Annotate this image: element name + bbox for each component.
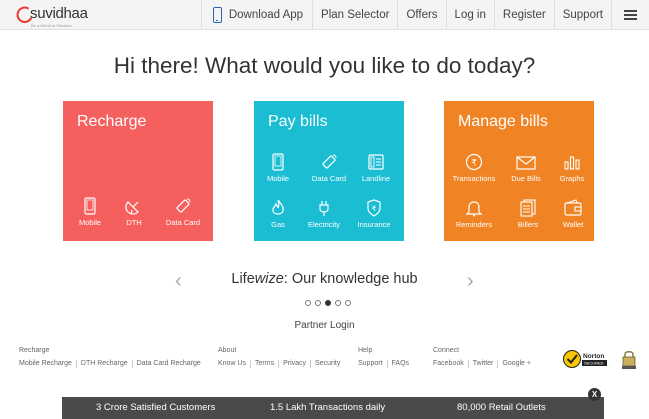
norton-name: Norton	[583, 353, 604, 360]
footer-link[interactable]: Support	[358, 360, 387, 368]
footer-link[interactable]: Privacy	[278, 360, 310, 368]
carousel-next-icon[interactable]: ›	[467, 270, 474, 293]
footer-link[interactable]: Security	[310, 360, 344, 368]
footer-link[interactable]: DTH Recharge	[75, 360, 132, 368]
carousel-dot[interactable]	[335, 300, 341, 306]
footer-link[interactable]: Terms	[250, 360, 278, 368]
stats-bar: 3 Crore Satisfied Customers 1.5 Lakh Tra…	[62, 397, 604, 419]
main-nav: Download App Plan Selector Offers Log in…	[200, 0, 649, 30]
bell-icon	[465, 201, 483, 217]
hamburger-icon	[624, 10, 637, 20]
pay-data-card[interactable]: Data Card	[304, 153, 354, 183]
smartphone-icon	[212, 7, 222, 23]
footer-link[interactable]: Know Us	[218, 360, 250, 368]
pay-electricity[interactable]: Electricity	[299, 199, 349, 229]
footer-about: About Know Us Terms Privacy Security	[218, 347, 344, 368]
security-lock-icon[interactable]	[621, 348, 637, 370]
satellite-dish-icon	[125, 201, 139, 215]
footer-link[interactable]: Mobile Recharge	[19, 360, 76, 368]
suvidhaa-logo[interactable]: suvidhaa Be a World of Services	[16, 4, 96, 28]
carousel-dot[interactable]	[315, 300, 321, 306]
carousel-dot[interactable]	[345, 300, 351, 306]
tile-title: Manage bills	[458, 113, 548, 130]
svg-text:₹: ₹	[471, 159, 477, 169]
tile-title: Recharge	[77, 113, 147, 130]
recharge-mobile[interactable]: Mobile	[65, 197, 115, 227]
manage-bills-tile[interactable]: Manage bills ₹ Transactions Due Bills Gr…	[444, 101, 594, 241]
footer-heading: Recharge	[19, 347, 50, 354]
rupee-circle-icon: ₹	[465, 153, 483, 171]
landline-phone-icon	[368, 154, 384, 170]
nav-offers[interactable]: Offers	[397, 0, 445, 30]
footer-connect: Connect Facebook Twitter Google +	[433, 347, 535, 368]
documents-icon	[520, 199, 536, 217]
recharge-data-card[interactable]: Data Card	[158, 197, 208, 227]
tile-title: Pay bills	[268, 113, 328, 130]
footer-heading: Connect	[433, 347, 460, 354]
menu-button[interactable]	[611, 0, 649, 30]
pay-insurance[interactable]: ₹ Insurance	[349, 199, 399, 229]
stat-outlets: 80,000 Retail Outlets	[457, 402, 546, 413]
svg-text:₹: ₹	[372, 205, 377, 213]
bar-chart-icon	[564, 156, 580, 170]
nav-plan-selector[interactable]: Plan Selector	[312, 0, 397, 30]
pay-bills-tile[interactable]: Pay bills Mobile Data Card Landline Gas …	[254, 101, 404, 241]
shield-icon: ₹	[367, 199, 381, 217]
usb-dongle-icon	[322, 154, 337, 169]
mobile-icon	[272, 153, 284, 171]
footer-link[interactable]: Facebook	[433, 360, 468, 368]
plug-icon	[319, 201, 329, 216]
nav-register[interactable]: Register	[493, 0, 554, 30]
knowledge-hub-link[interactable]: Lifewize: Our knowledge hub	[0, 271, 649, 287]
top-header: suvidhaa Be a World of Services Download…	[0, 0, 649, 30]
usb-dongle-icon	[176, 198, 191, 213]
logo-text: suvidhaa	[30, 5, 88, 22]
partner-login-link[interactable]: Partner Login	[0, 320, 649, 331]
nav-support[interactable]: Support	[553, 0, 611, 30]
gas-flame-icon	[272, 199, 284, 215]
pay-gas[interactable]: Gas	[253, 199, 303, 229]
footer-link[interactable]: Google +	[497, 360, 535, 368]
wallet-icon	[564, 199, 582, 216]
footer-link[interactable]: Data Card Recharge	[131, 360, 205, 368]
manage-billers[interactable]: Billers	[503, 199, 553, 229]
footer-heading: About	[218, 347, 237, 354]
logo-tagline: Be a World of Services	[31, 23, 72, 28]
manage-transactions[interactable]: ₹ Transactions	[449, 153, 499, 183]
footer-link[interactable]: Twitter	[467, 360, 498, 368]
nav-label: Download App	[228, 9, 304, 21]
mobile-icon	[84, 197, 96, 215]
norton-secured: SECURED	[584, 361, 604, 366]
stat-transactions: 1.5 Lakh Transactions daily	[270, 402, 386, 413]
manage-wallet[interactable]: Wallet	[548, 199, 598, 229]
manage-due-bills[interactable]: Due Bills	[501, 153, 551, 183]
page-headline: Hi there! What would you like to do toda…	[113, 53, 536, 78]
manage-graphs[interactable]: Graphs	[547, 153, 597, 183]
close-stats-button[interactable]: X	[588, 388, 601, 401]
footer-link[interactable]: FAQs	[386, 360, 414, 368]
carousel-dot[interactable]	[305, 300, 311, 306]
carousel-dot-active[interactable]	[325, 300, 331, 306]
recharge-dth[interactable]: DTH	[109, 197, 159, 227]
nav-log-in[interactable]: Log in	[445, 0, 494, 30]
footer-recharge: Recharge Mobile Recharge DTH Recharge Da…	[19, 347, 205, 368]
manage-reminders[interactable]: Reminders	[449, 199, 499, 229]
pay-landline[interactable]: Landline	[351, 153, 401, 183]
stat-customers: 3 Crore Satisfied Customers	[96, 402, 216, 413]
carousel-dots	[305, 300, 355, 306]
footer-heading: Help	[358, 347, 373, 354]
envelope-icon	[516, 156, 536, 170]
recharge-tile[interactable]: Recharge Mobile DTH Data Card	[63, 101, 213, 241]
footer-help: Help Support FAQs	[358, 347, 413, 368]
pay-mobile[interactable]: Mobile	[253, 153, 303, 183]
norton-secured-badge[interactable]: Norton SECURED	[563, 349, 615, 369]
nav-download-app[interactable]: Download App	[200, 0, 312, 30]
